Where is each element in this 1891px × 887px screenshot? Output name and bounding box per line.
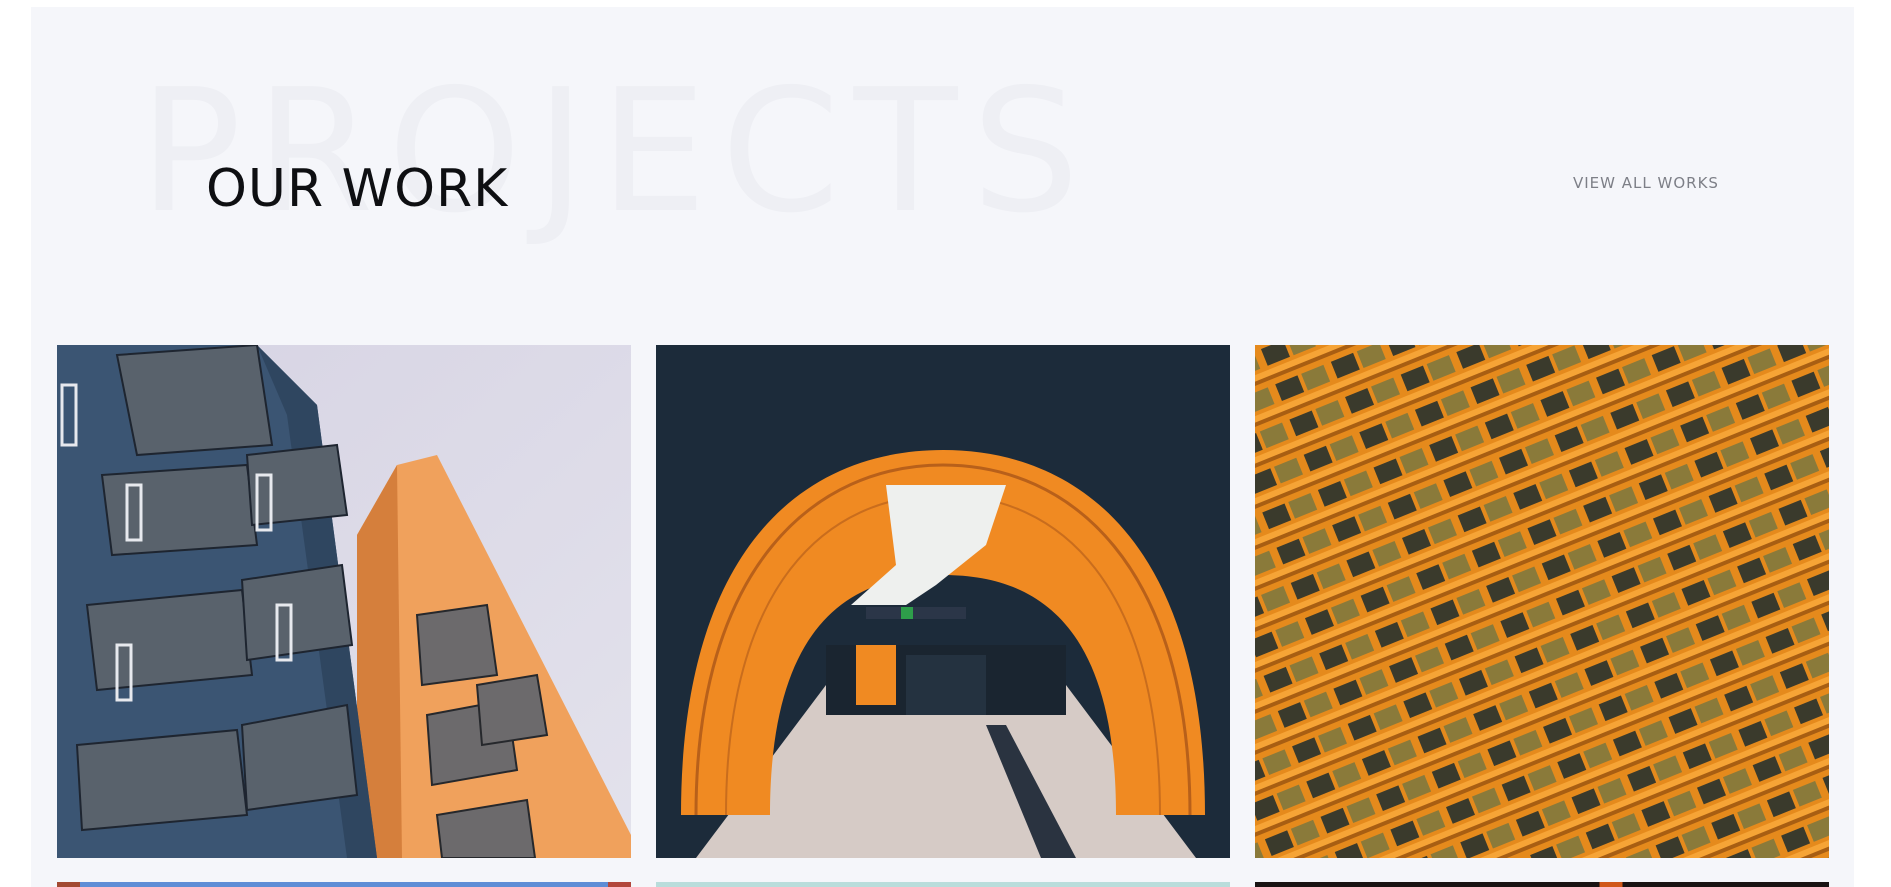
orange-facade-skyscraper-windows-photo bbox=[1255, 345, 1829, 858]
projects-section: PROJECTS OUR WORK VIEW ALL WORKS bbox=[31, 7, 1854, 887]
project-card-6[interactable] bbox=[1255, 882, 1829, 887]
orange-arched-subway-tunnel-photo bbox=[656, 345, 1230, 858]
project-card-4[interactable] bbox=[57, 882, 631, 887]
view-all-works-link[interactable]: VIEW ALL WORKS bbox=[1573, 173, 1719, 193]
project-card-2[interactable] bbox=[656, 345, 1230, 858]
project-card-5[interactable] bbox=[656, 882, 1230, 887]
project-card-3[interactable] bbox=[1255, 345, 1829, 858]
project-card-1[interactable] bbox=[57, 345, 631, 858]
blue-orange-apartment-balconies-photo bbox=[57, 345, 631, 858]
section-title: OUR WORK bbox=[206, 159, 509, 219]
